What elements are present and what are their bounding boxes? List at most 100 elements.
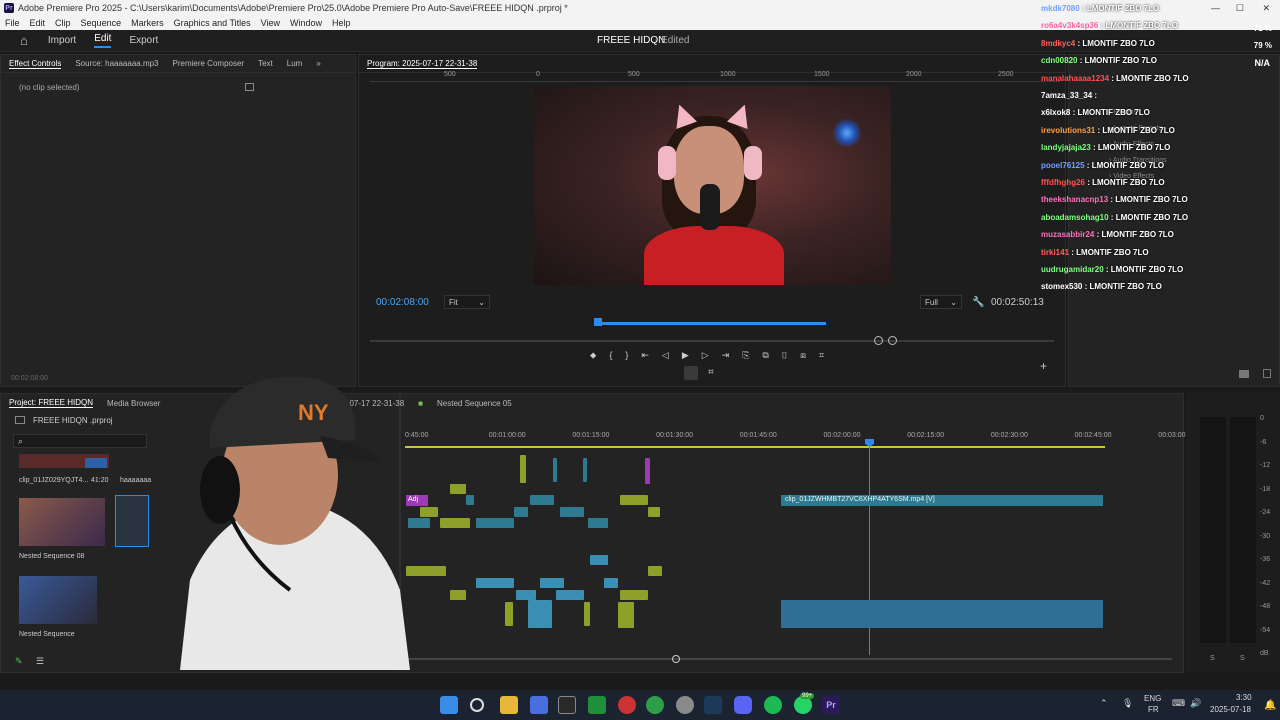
scrollbar-handle[interactable]: [672, 655, 680, 663]
long-video-clip[interactable]: clip_01JZWHMBT27VC6XHP4ATY6SM.mp4 [V]: [781, 495, 1103, 506]
list-view-icon[interactable]: ☰: [36, 656, 44, 667]
zoom-bar[interactable]: [370, 340, 1054, 342]
menu-help[interactable]: Help: [332, 18, 351, 28]
notifications-icon[interactable]: 🔔: [1264, 700, 1276, 711]
safe-margins-icon[interactable]: ⌗: [708, 367, 714, 378]
tab-edit[interactable]: Edit: [94, 33, 112, 48]
resolution-dropdown[interactable]: Full ⌄: [920, 295, 962, 309]
chrome-icon[interactable]: [646, 696, 664, 714]
tab-premiere-composer[interactable]: Premiere Composer: [173, 59, 245, 68]
clock-date[interactable]: 2025-07-18: [1210, 705, 1251, 714]
meter-db-label: -6: [1260, 438, 1267, 446]
tab-project[interactable]: Project: FREEE HIDQN: [9, 398, 94, 408]
new-bin-icon[interactable]: [1239, 370, 1249, 378]
microphone-icon[interactable]: 🎙: [1122, 698, 1133, 709]
webcam-overlay: NY: [180, 377, 410, 670]
search-icon[interactable]: [470, 698, 484, 712]
timeline-time-label: 00:02:00:00: [823, 432, 861, 439]
pencil-icon[interactable]: ✎: [15, 656, 23, 667]
meter-solo-label[interactable]: S: [1240, 655, 1245, 662]
chat-text: :: [1092, 91, 1098, 100]
zoom-handle-right[interactable]: [888, 336, 897, 345]
mark-in-icon[interactable]: {: [609, 350, 612, 361]
tab-text[interactable]: Text: [258, 59, 273, 68]
meter-right: [1230, 417, 1256, 643]
volume-icon[interactable]: 🔊: [1190, 698, 1201, 709]
compare-icon[interactable]: ⧈: [800, 350, 806, 361]
store-icon[interactable]: [530, 696, 548, 714]
step-forward-icon[interactable]: ▷: [702, 350, 709, 361]
add-button-icon[interactable]: +: [1040, 359, 1047, 373]
file-explorer-icon[interactable]: [500, 696, 518, 714]
program-scrubber[interactable]: [370, 318, 1054, 330]
timeline-tabs: 2025-07-17 22-31-38 ■ Nested Sequence 05: [329, 394, 1183, 412]
chat-username: manalahaaaa1234: [1041, 73, 1110, 83]
tab-nested-sequence[interactable]: Nested Sequence 05: [437, 399, 512, 408]
play-icon[interactable]: ▶: [682, 350, 689, 361]
meter-solo-label[interactable]: S: [1210, 655, 1215, 662]
app-icon[interactable]: [618, 696, 636, 714]
menu-sequence[interactable]: Sequence: [81, 18, 122, 28]
settings-icon[interactable]: [676, 696, 694, 714]
menu-window[interactable]: Window: [290, 18, 322, 28]
meter-db-label: -18: [1260, 485, 1271, 493]
menu-graphics[interactable]: Graphics and Titles: [174, 18, 251, 28]
snap-toggle-icon[interactable]: [684, 366, 698, 380]
media-player-icon[interactable]: [588, 696, 606, 714]
fit-dropdown[interactable]: Fit ⌄: [444, 295, 490, 309]
playhead-marker[interactable]: [594, 318, 602, 326]
tab-export[interactable]: Export: [129, 35, 158, 46]
discord-icon[interactable]: [734, 696, 752, 714]
window-title: Adobe Premiere Pro 2025 - C:\Users\karim…: [18, 3, 568, 13]
windows-start-icon[interactable]: [440, 696, 458, 714]
panel-overflow-icon[interactable]: »: [316, 59, 320, 68]
export-frame-icon[interactable]: ⌷: [782, 350, 787, 361]
panel-toggle-icon[interactable]: [245, 83, 254, 91]
trash-icon[interactable]: [1263, 369, 1271, 378]
insert-icon[interactable]: ⎘: [742, 350, 749, 361]
nested-seq-thumbnail-2[interactable]: [19, 576, 97, 624]
tab-lumetri[interactable]: Lum: [287, 59, 303, 68]
selected-thumbnail[interactable]: [115, 495, 149, 547]
go-to-out-icon[interactable]: ⇥: [722, 350, 730, 361]
go-to-in-icon[interactable]: ⇤: [641, 350, 649, 361]
tab-source[interactable]: Source: haaaaaaa.mp3: [75, 59, 158, 68]
meter-db-label: -30: [1260, 532, 1271, 540]
tab-effect-controls[interactable]: Effect Controls: [9, 59, 62, 69]
timeline-ruler[interactable]: 0:45:00 00:01:00:00 00:01:15:00 00:01:30:00…: [405, 430, 1186, 446]
menu-view[interactable]: View: [261, 18, 280, 28]
add-marker-icon[interactable]: ⬥: [590, 350, 596, 361]
overwrite-icon[interactable]: ⧉: [762, 350, 768, 361]
multicam-icon[interactable]: ⌗: [819, 350, 824, 361]
tab-program[interactable]: Program: 2025-07-17 22-31-38: [367, 59, 478, 69]
steam-icon[interactable]: [704, 696, 722, 714]
tab-import[interactable]: Import: [48, 35, 76, 46]
nested-seq-thumbnail[interactable]: [19, 498, 105, 546]
chat-text: : LMONTIF ZBO 7LO: [1070, 108, 1150, 118]
menu-edit[interactable]: Edit: [30, 18, 46, 28]
timeline-time-label: 00:01:00:00: [488, 432, 526, 439]
program-video-frame[interactable]: [534, 86, 891, 285]
language-primary[interactable]: ENG: [1144, 694, 1161, 703]
menu-clip[interactable]: Clip: [55, 18, 71, 28]
language-secondary[interactable]: FR: [1148, 705, 1159, 714]
project-search-input[interactable]: ⌕: [13, 434, 147, 448]
timeline-scrollbar[interactable]: [400, 655, 1172, 663]
zoom-handle-left[interactable]: [874, 336, 883, 345]
program-timecode[interactable]: 00:02:08:00: [376, 297, 429, 308]
menu-markers[interactable]: Markers: [131, 18, 164, 28]
menu-file[interactable]: File: [5, 18, 20, 28]
premiere-taskbar-icon[interactable]: Pr: [822, 696, 840, 714]
step-back-icon[interactable]: ◁: [662, 350, 669, 361]
tray-chevron-icon[interactable]: ⌃: [1100, 698, 1108, 709]
network-icon[interactable]: ⌨: [1172, 698, 1185, 709]
work-area-bar[interactable]: [405, 446, 1105, 448]
home-icon[interactable]: ⌂: [20, 33, 28, 48]
mark-out-icon[interactable]: }: [625, 350, 628, 361]
wrench-icon[interactable]: 🔧: [972, 297, 984, 308]
epic-games-icon[interactable]: [558, 696, 576, 714]
source-panel-tabs: Effect Controls Source: haaaaaaa.mp3 Pre…: [1, 55, 355, 73]
long-audio-clip[interactable]: [781, 600, 1103, 628]
clock-time[interactable]: 3:30: [1236, 693, 1252, 702]
spotify-icon[interactable]: [764, 696, 782, 714]
